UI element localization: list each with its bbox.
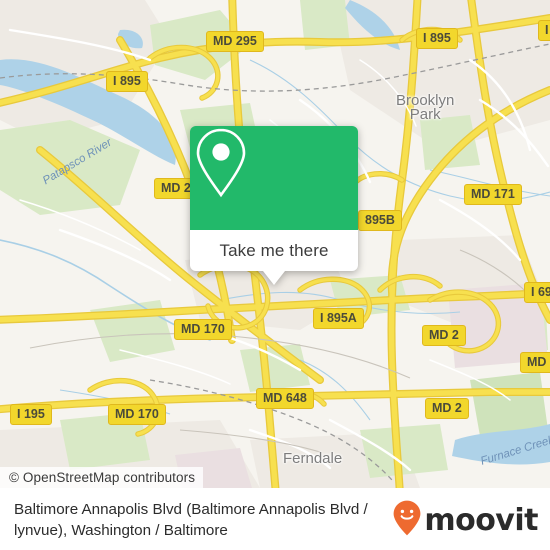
road-shield-md-2-north[interactable]: MD 2: [422, 325, 466, 346]
road-shield-i-195[interactable]: I 195: [10, 404, 52, 425]
road-shield-md-170-north[interactable]: MD 170: [174, 319, 232, 340]
popup-tail: [263, 271, 285, 285]
location-title: Baltimore Annapolis Blvd (Baltimore Anna…: [14, 501, 368, 539]
destination-popup-card[interactable]: Take me there: [190, 126, 358, 285]
road-shield-md-295-north[interactable]: MD 295: [206, 31, 264, 52]
moovit-pin-smiley-icon: [392, 499, 422, 542]
moovit-logo[interactable]: moovit: [392, 499, 550, 542]
footer-bar: Baltimore Annapolis Blvd (Baltimore Anna…: [0, 488, 550, 550]
road-shield-md-170-south[interactable]: MD 170: [108, 404, 166, 425]
road-shield-md-2-south[interactable]: MD 2: [425, 398, 469, 419]
road-shield-md-710[interactable]: MD 710: [520, 352, 550, 373]
road-shield-md-171[interactable]: MD 171: [464, 184, 522, 205]
moovit-wordmark: moovit: [424, 502, 538, 538]
road-shield-md-648[interactable]: MD 648: [256, 388, 314, 409]
popup-pin-area: [190, 126, 358, 230]
road-shield-i-695[interactable]: I 695: [524, 282, 550, 303]
road-shield-i-895-north[interactable]: I 895: [416, 28, 458, 49]
road-shield-895b[interactable]: 895B: [358, 210, 402, 231]
moovit-map-screenshot: .land{fill:#f6f4ef;} .resid{fill:#eeeae4…: [0, 0, 550, 550]
map-canvas[interactable]: .land{fill:#f6f4ef;} .resid{fill:#eeeae4…: [0, 0, 550, 488]
osm-attribution[interactable]: © OpenStreetMap contributors: [0, 467, 204, 488]
road-shield-i-8-edge[interactable]: I 8: [538, 20, 550, 41]
road-shield-i-895-west[interactable]: I 895: [106, 71, 148, 92]
take-me-there-button[interactable]: Take me there: [190, 230, 358, 271]
road-shield-i-895a[interactable]: I 895A: [313, 308, 364, 329]
